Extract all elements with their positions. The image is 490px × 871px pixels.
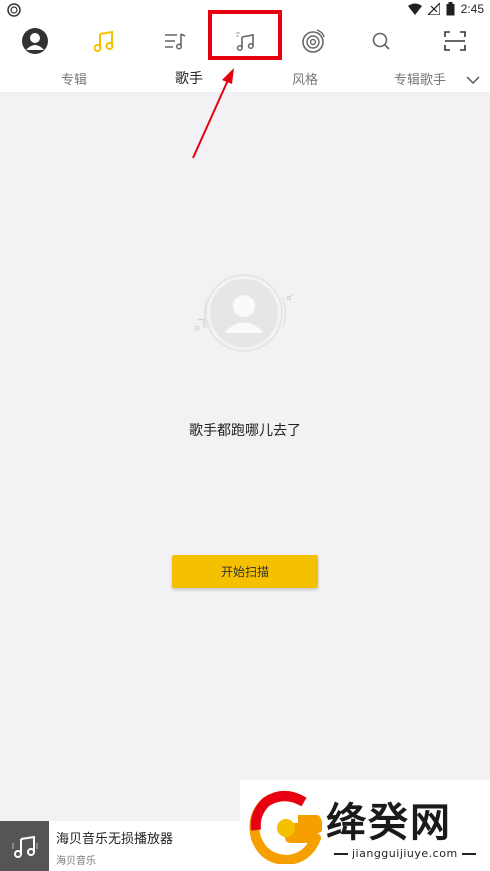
watermark-text: 绛癸网: [326, 800, 452, 846]
tab-artist[interactable]: 歌手: [175, 68, 203, 88]
app-notification-icon: [6, 2, 22, 21]
tab-genre[interactable]: 风格: [292, 69, 318, 88]
empty-state-message: 歌手都跑哪儿去了: [189, 423, 301, 439]
no-signal-icon: [427, 3, 440, 15]
battery-icon: [446, 2, 455, 16]
category-tab-bar: 专辑 歌手 风格 专辑歌手: [0, 62, 490, 93]
avatar-icon[interactable]: [20, 26, 50, 56]
highlight-box: [208, 10, 282, 60]
playlist-icon[interactable]: [160, 26, 190, 56]
start-scan-button[interactable]: 开始扫描: [172, 555, 318, 588]
scan-icon[interactable]: [440, 26, 470, 56]
empty-artist-illustration: [190, 268, 300, 362]
watermark-domain: jiangguijiuye.com: [330, 847, 480, 860]
tab-album[interactable]: 专辑: [61, 69, 87, 88]
player-artist: 海贝音乐: [56, 856, 96, 867]
search-icon[interactable]: [366, 26, 396, 56]
player-track-title: 海贝音乐无损播放器: [56, 832, 174, 847]
status-time: 2:45: [460, 2, 484, 16]
watermark: 绛癸网 jiangguijiuye.com: [240, 780, 490, 871]
album-cover-icon[interactable]: [0, 821, 49, 871]
music-note-icon[interactable]: [89, 26, 119, 56]
radio-disc-icon[interactable]: [298, 26, 328, 56]
tab-album-artist[interactable]: 专辑歌手: [394, 69, 446, 88]
chevron-down-icon[interactable]: [466, 70, 480, 89]
wifi-icon: [407, 3, 422, 15]
watermark-logo-icon: [249, 791, 322, 864]
